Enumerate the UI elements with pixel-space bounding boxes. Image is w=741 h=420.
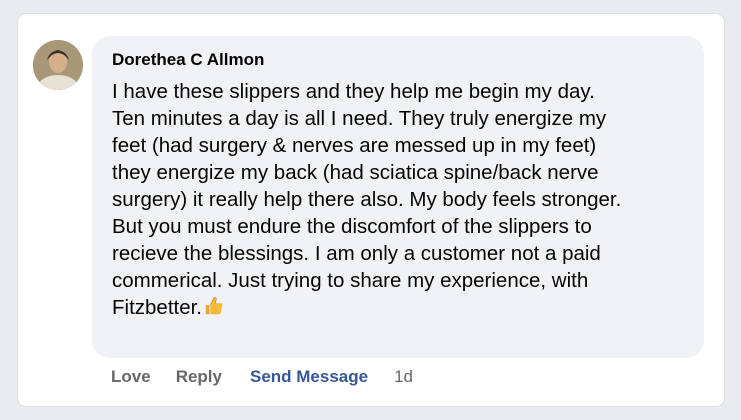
comment-line: But you must endure the discomfort of th…: [112, 215, 592, 238]
comment-actions: Love Reply Send Message 1d: [111, 366, 413, 388]
comment-text: I have these slippers and they help me b…: [112, 78, 697, 321]
comment-line: commerical. Just trying to share my expe…: [112, 269, 589, 292]
comment-last-line: Fitzbetter.: [112, 294, 697, 321]
comment-line: surgery) it really help there also. My b…: [112, 188, 622, 211]
comment-line: I have these slippers and they help me b…: [112, 80, 595, 103]
send-message-button[interactable]: Send Message: [250, 367, 368, 387]
comment-timestamp[interactable]: 1d: [394, 367, 413, 387]
comment-line: feet (had surgery & nerves are messed up…: [112, 134, 597, 157]
thumbs-up-icon: [205, 297, 223, 315]
comment-line: recieve the blessings. I am only a custo…: [112, 242, 601, 265]
comment-line: Ten minutes a day is all I need. They tr…: [112, 107, 607, 130]
comment-line: they energize my back (had sciatica spin…: [112, 161, 599, 184]
love-button[interactable]: Love: [111, 367, 151, 387]
comment-author[interactable]: Dorethea C Allmon: [112, 50, 264, 70]
reply-button[interactable]: Reply: [176, 367, 222, 387]
comment-line: Fitzbetter.: [112, 296, 203, 319]
avatar-photo: [33, 40, 83, 90]
author-avatar[interactable]: [33, 40, 83, 90]
